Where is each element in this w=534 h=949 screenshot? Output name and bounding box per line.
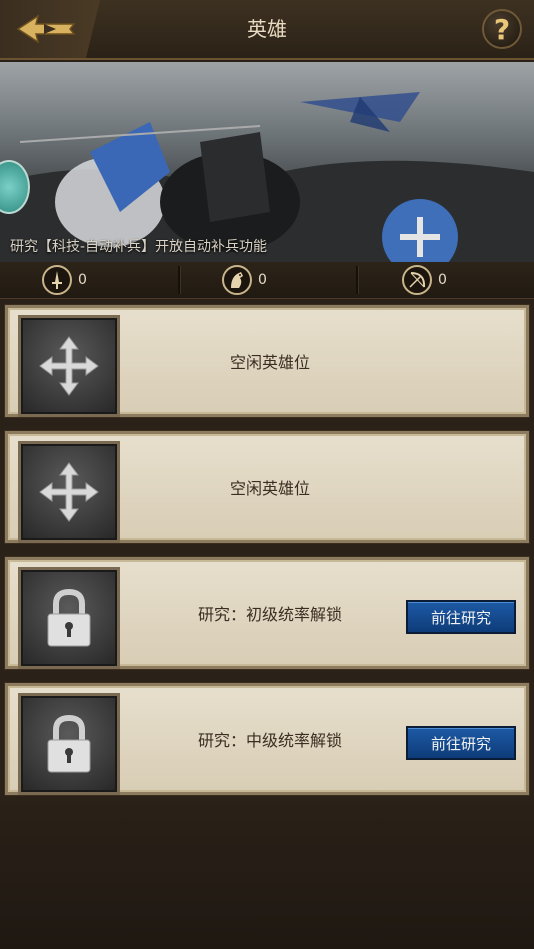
horse-icon xyxy=(222,265,252,295)
hero-slot-locked: 研究：中级统率解锁 前往研究 xyxy=(5,683,529,795)
divider xyxy=(356,266,359,294)
hero-slot-empty[interactable]: 空闲英雄位 xyxy=(5,305,529,417)
slot-icon-frame xyxy=(18,441,120,543)
battle-scene-image xyxy=(0,92,534,262)
slot-label: 空闲英雄位 xyxy=(230,479,311,498)
stat-cavalry: 0 xyxy=(222,264,267,296)
page-title: 英雄 xyxy=(247,17,287,41)
banner-notice: 研究【科技-自动补兵】开放自动补兵功能 xyxy=(10,239,268,255)
empty-area xyxy=(0,800,534,949)
divider xyxy=(178,266,181,294)
hero-slot-locked: 研究：初级统率解锁 前往研究 xyxy=(5,557,529,669)
stat-value: 0 xyxy=(438,272,447,288)
hero-slot-empty[interactable]: 空闲英雄位 xyxy=(5,431,529,543)
lock-icon xyxy=(47,714,91,773)
lock-icon xyxy=(47,588,91,647)
help-button[interactable]: ? xyxy=(482,9,522,49)
stat-infantry: 0 xyxy=(42,264,87,296)
go-research-button[interactable]: 前往研究 xyxy=(406,726,516,760)
go-research-button[interactable]: 前往研究 xyxy=(406,600,516,634)
top-bar: 英雄 ? xyxy=(0,0,534,60)
sword-icon xyxy=(42,265,72,295)
slot-icon-frame xyxy=(18,567,120,669)
help-icon: ? xyxy=(493,12,511,46)
bow-icon xyxy=(402,265,432,295)
slot-label: 研究：初级统率解锁 xyxy=(198,605,343,624)
hero-banner: 研究【科技-自动补兵】开放自动补兵功能 xyxy=(0,62,534,262)
slot-label: 空闲英雄位 xyxy=(230,353,311,372)
slot-icon-frame xyxy=(18,693,120,795)
slot-icon-frame xyxy=(18,315,120,417)
stat-value: 0 xyxy=(78,272,87,288)
troop-stats-bar: 0 0 0 xyxy=(0,262,534,299)
move-arrows-icon xyxy=(39,336,99,396)
slot-label: 研究：中级统率解锁 xyxy=(198,731,343,750)
move-arrows-icon xyxy=(39,462,99,522)
stat-value: 0 xyxy=(258,272,267,288)
stat-archer: 0 xyxy=(402,264,447,296)
